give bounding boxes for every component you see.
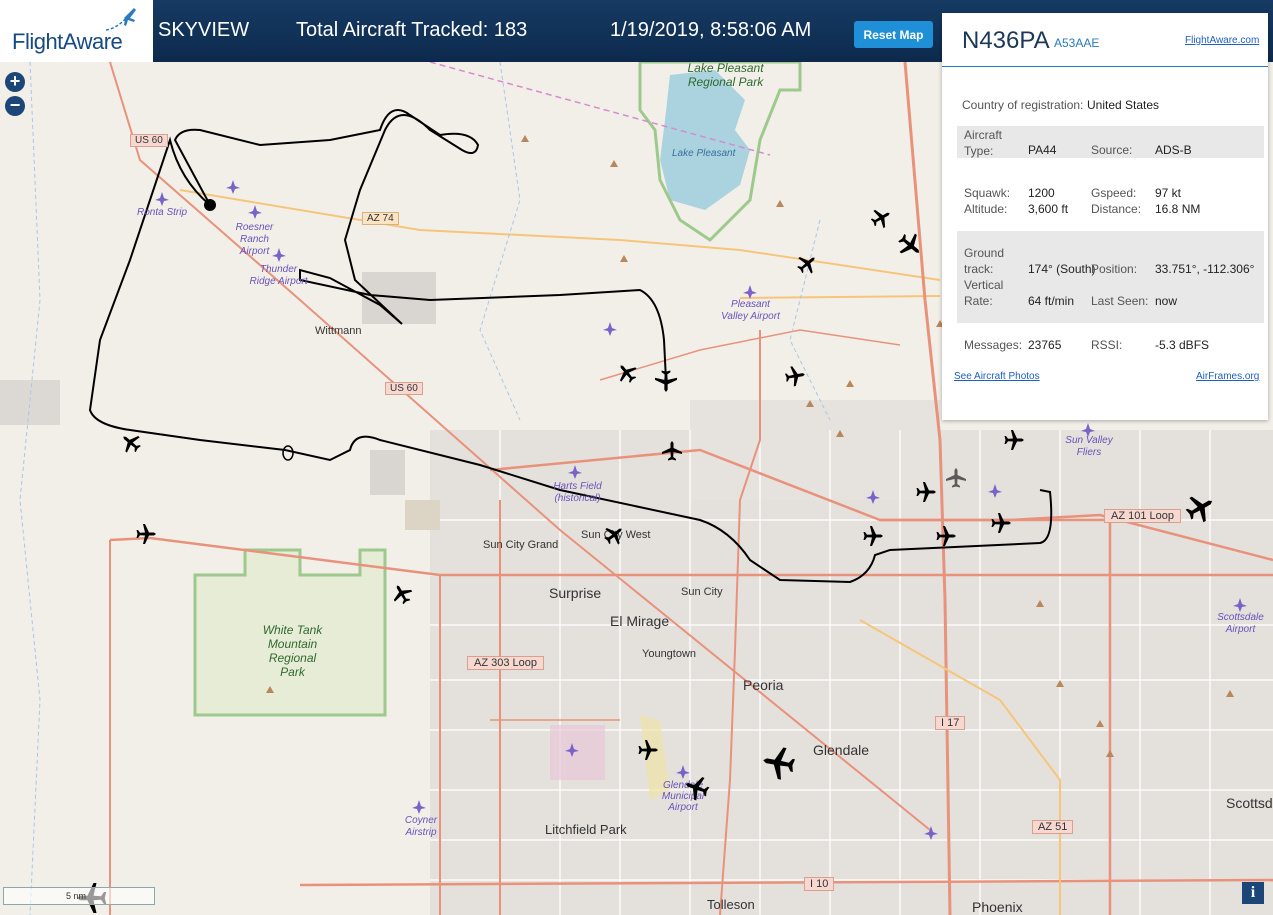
rssi-value: -5.3 dBFS <box>1155 338 1210 352</box>
aircraft-icon[interactable] <box>946 468 966 488</box>
aircraft-icon[interactable] <box>136 524 157 544</box>
zoom-out-button[interactable]: − <box>5 96 25 116</box>
country-value: United States <box>1087 98 1160 112</box>
country-label: Country of registration: <box>962 98 1084 112</box>
timestamp: 1/19/2019, 8:58:06 AM <box>610 19 812 41</box>
altitude-label: Altitude: <box>964 202 1008 216</box>
aircraft-icon[interactable] <box>612 358 641 387</box>
squawk-row: Squawk: 1200 Gspeed: 97 kt Altitude: 3,6… <box>957 185 1264 219</box>
aircraft-icon[interactable] <box>1181 488 1220 527</box>
messages-value: 23765 <box>1028 338 1062 352</box>
messages-row: Messages: 23765 RSSI: -5.3 dBFS <box>957 337 1264 353</box>
aircraft-photos-link[interactable]: See Aircraft Photos <box>954 371 1040 382</box>
position-label: Position: <box>1091 262 1138 276</box>
aircraft-icon[interactable] <box>388 580 416 608</box>
aircraft-icon[interactable] <box>893 228 927 262</box>
lastseen-value: now <box>1155 294 1178 308</box>
aircraft-info-panel: N436PA A53AAE FlightAware.com Country of… <box>942 13 1268 420</box>
aircraft-icon[interactable] <box>600 520 629 549</box>
aircraft-icon[interactable] <box>116 428 145 457</box>
callsign[interactable]: N436PA <box>962 27 1050 55</box>
track-value: 174° (South) <box>1028 262 1096 276</box>
aircraft-icon[interactable] <box>662 441 682 461</box>
lastseen-label: Last Seen: <box>1091 294 1149 308</box>
source-value: ADS-B <box>1155 143 1192 157</box>
type-row: Aircraft Type: PA44 Source: ADS-B <box>957 126 1264 158</box>
type-value: PA44 <box>1028 143 1057 157</box>
panel-divider <box>942 66 1268 67</box>
info-button[interactable]: i <box>1242 882 1264 904</box>
gspeed-value: 97 kt <box>1155 186 1182 200</box>
icao-hex: A53AAE <box>1054 36 1100 50</box>
distance-label: Distance: <box>1091 202 1142 216</box>
aircraft-icon[interactable] <box>991 513 1012 533</box>
squawk-label: Squawk: <box>964 186 1011 200</box>
scale-label: 5 nm <box>66 891 87 901</box>
aircraft-icon[interactable] <box>681 772 712 804</box>
zoom-in-button[interactable]: + <box>5 72 25 92</box>
squawk-value: 1200 <box>1028 186 1055 200</box>
vrate-label: Vertical Rate: <box>964 278 1004 308</box>
aircraft-icon[interactable] <box>760 744 797 782</box>
logo-plane-icon <box>105 8 136 31</box>
aircraft-icon[interactable] <box>867 204 895 232</box>
aircraft-icon[interactable] <box>916 482 937 502</box>
rssi-label: RSSI: <box>1091 338 1123 352</box>
gspeed-label: Gspeed: <box>1091 186 1137 200</box>
flightaware-link[interactable]: FlightAware.com <box>1185 35 1259 46</box>
airframes-link[interactable]: AirFrames.org <box>1196 371 1259 382</box>
track-label: Ground track: <box>964 246 1005 276</box>
messages-label: Messages: <box>964 338 1023 352</box>
position-value: 33.751°, -112.306° <box>1155 262 1255 276</box>
aircraft-icon[interactable] <box>863 526 884 546</box>
track-row: Ground track: 174° (South) Position: 33.… <box>957 231 1264 323</box>
distance-value: 16.8 NM <box>1155 202 1201 216</box>
aircraft-icon-selected[interactable] <box>655 370 677 392</box>
vrate-value: 64 ft/min <box>1028 294 1075 308</box>
logo-text: FlightAware <box>12 29 123 54</box>
aircraft-count: Total Aircraft Tracked: 183 <box>296 19 528 41</box>
country-row: Country of registration: United States <box>957 97 1264 113</box>
aircraft-icon[interactable] <box>1004 430 1025 450</box>
aircraft-icon[interactable] <box>793 249 822 278</box>
type-label: Aircraft Type: <box>964 128 1003 158</box>
altitude-value: 3,600 ft <box>1028 202 1069 216</box>
aircraft-icon[interactable] <box>936 526 957 546</box>
reset-map-button[interactable]: Reset Map <box>854 21 933 48</box>
flightaware-logo[interactable]: FlightAware <box>0 0 153 62</box>
source-label: Source: <box>1091 143 1133 157</box>
aircraft-icon[interactable] <box>638 740 659 760</box>
app-title: SKYVIEW <box>158 19 250 41</box>
aircraft-icon[interactable] <box>783 364 807 388</box>
scale-bar: 5 nm <box>3 887 155 905</box>
